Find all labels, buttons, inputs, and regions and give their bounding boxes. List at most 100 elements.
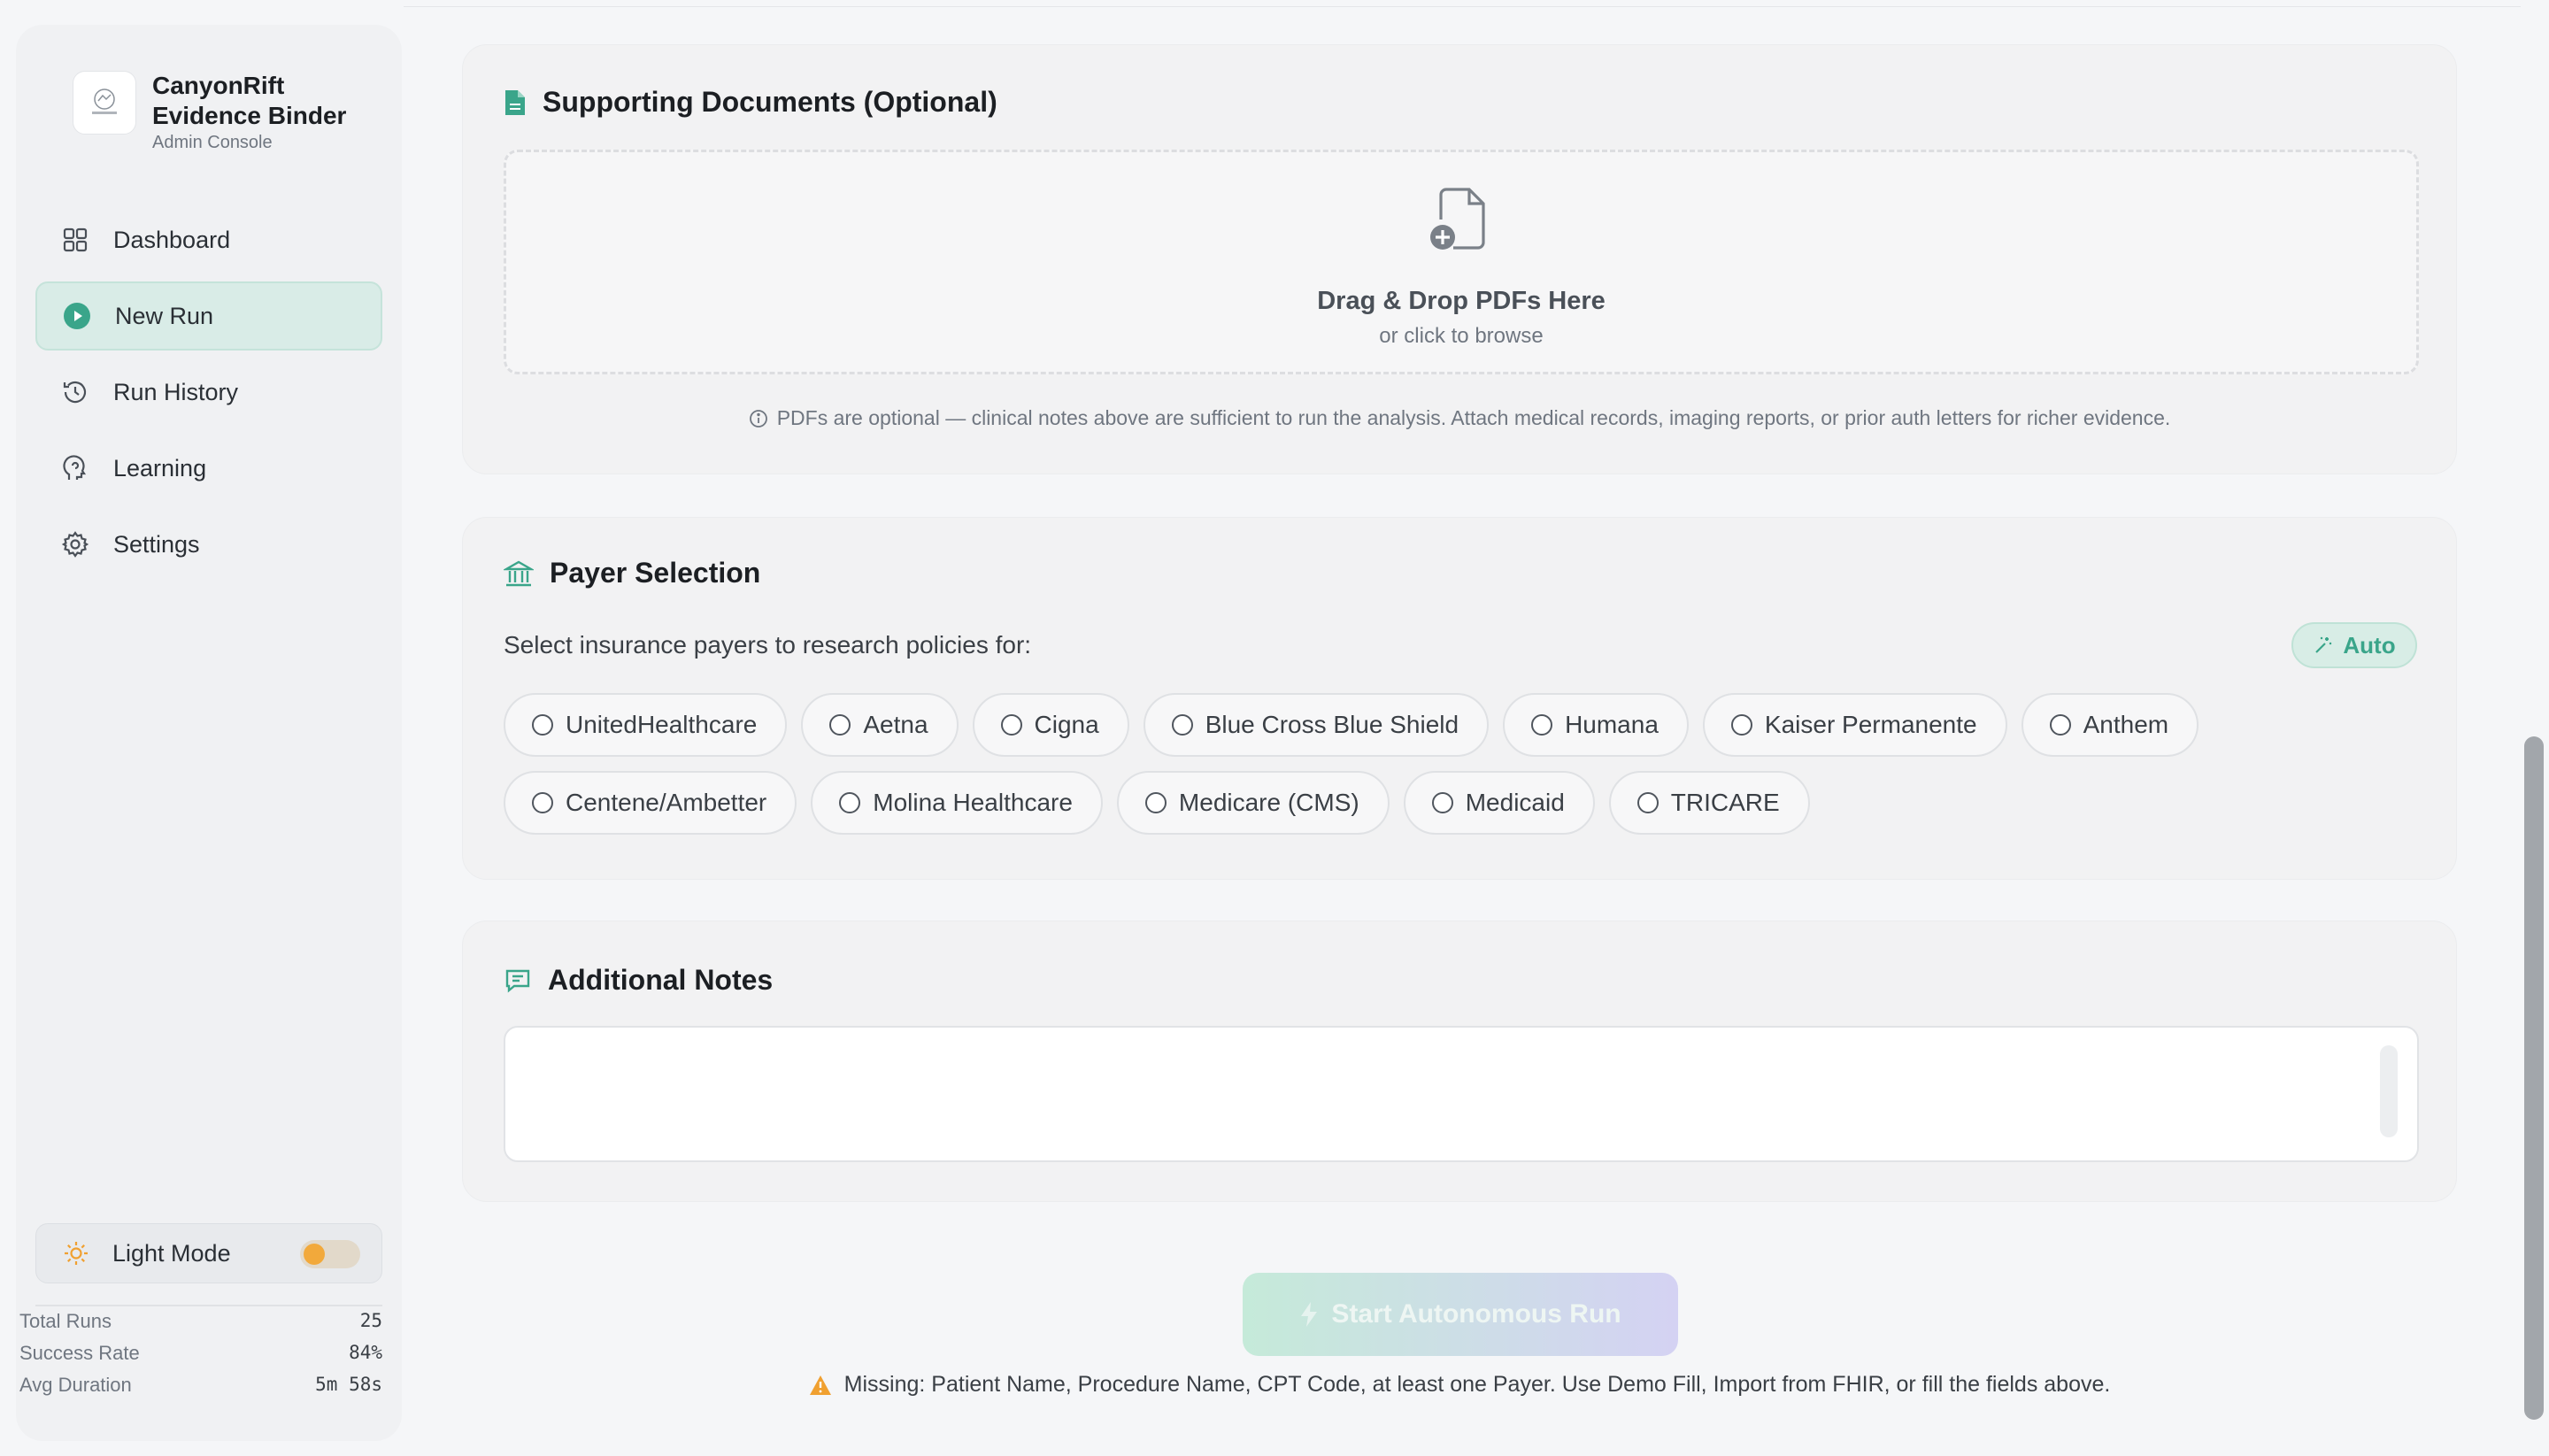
payer-chip[interactable]: Centene/Ambetter xyxy=(504,771,797,835)
start-autonomous-run-button[interactable]: Start Autonomous Run xyxy=(1243,1273,1678,1356)
auto-select-button[interactable]: Auto xyxy=(2291,622,2417,668)
dropzone-title: Drag & Drop PDFs Here xyxy=(1317,287,1606,315)
toggle-knob xyxy=(304,1244,325,1265)
section-title: Supporting Documents (Optional) xyxy=(543,86,997,118)
info-icon xyxy=(749,409,768,428)
payer-label: Cigna xyxy=(1034,711,1099,738)
stat-avg-duration: Avg Duration 5m 58s xyxy=(19,1374,382,1406)
radio-button[interactable] xyxy=(2049,714,2071,736)
warning-icon xyxy=(809,1375,832,1396)
payer-chip[interactable]: Anthem xyxy=(2021,693,2199,757)
stat-label: Total Runs xyxy=(19,1310,112,1332)
payer-chip[interactable]: Kaiser Permanente xyxy=(1702,693,2007,757)
top-border xyxy=(404,0,2528,7)
stat-value: 5m 58s xyxy=(315,1374,382,1395)
history-icon xyxy=(60,377,90,407)
sidebar-item-label: Settings xyxy=(113,530,200,558)
section-header: Supporting Documents (Optional) xyxy=(504,86,997,119)
light-mode-row[interactable]: Light Mode xyxy=(35,1223,382,1283)
payer-label: Medicare (CMS) xyxy=(1178,789,1359,816)
stat-value: 25 xyxy=(359,1310,382,1331)
stat-value: 84% xyxy=(349,1342,382,1363)
document-icon xyxy=(504,89,527,117)
radio-button[interactable] xyxy=(532,792,553,813)
payer-chip[interactable]: UnitedHealthcare xyxy=(504,693,788,757)
radio-button[interactable] xyxy=(1730,714,1752,736)
sidebar-item-label: Learning xyxy=(113,454,207,481)
radio-button[interactable] xyxy=(839,792,861,813)
payer-label: Aetna xyxy=(863,711,928,738)
stat-label: Avg Duration xyxy=(19,1374,132,1396)
radio-button[interactable] xyxy=(1431,792,1453,813)
radio-button[interactable] xyxy=(1171,714,1193,736)
section-header: Payer Selection xyxy=(504,557,760,589)
sidebar-item-new-run[interactable]: New Run xyxy=(35,281,382,351)
run-stats: Total Runs 25 Success Rate 84% Avg Durat… xyxy=(19,1310,382,1406)
app-name-line1: CanyonRift xyxy=(152,72,285,99)
additional-notes-textarea[interactable] xyxy=(504,1026,2419,1162)
divider xyxy=(35,1305,382,1306)
radio-button[interactable] xyxy=(1000,714,1022,736)
payer-chip-row-2: Centene/Ambetter Molina Healthcare Medicar… xyxy=(504,771,1824,835)
payer-chip[interactable]: Blue Cross Blue Shield xyxy=(1143,693,1490,757)
notes-scrollbar[interactable] xyxy=(2380,1045,2398,1137)
chat-icon xyxy=(504,967,532,995)
start-button-label: Start Autonomous Run xyxy=(1331,1299,1621,1329)
sidebar-item-label: Run History xyxy=(113,378,239,405)
payer-label: Anthem xyxy=(2083,711,2169,738)
payer-chip[interactable]: Molina Healthcare xyxy=(811,771,1103,835)
sun-icon xyxy=(63,1240,89,1267)
payer-label: Blue Cross Blue Shield xyxy=(1205,711,1459,738)
brain-head-icon xyxy=(60,453,90,483)
stat-total-runs: Total Runs 25 xyxy=(19,1310,382,1342)
auto-label: Auto xyxy=(2343,631,2396,659)
brand[interactable]: CanyonRift Evidence Binder Admin Console xyxy=(73,71,346,153)
additional-notes-card: Additional Notes xyxy=(462,921,2457,1202)
payer-chip[interactable]: TRICARE xyxy=(1608,771,1810,835)
sidebar-item-dashboard[interactable]: Dashboard xyxy=(35,205,382,274)
pdf-dropzone[interactable]: Drag & Drop PDFs Here or click to browse xyxy=(504,150,2419,374)
payer-chip[interactable]: Medicaid xyxy=(1403,771,1595,835)
theme-toggle[interactable] xyxy=(300,1240,360,1268)
payer-label: Kaiser Permanente xyxy=(1764,711,1977,738)
sidebar-item-settings[interactable]: Settings xyxy=(35,510,382,579)
payer-selection-card: Payer Selection Select insurance payers … xyxy=(462,517,2457,880)
payer-label: Centene/Ambetter xyxy=(566,789,767,816)
pdf-info-note: PDFs are optional — clinical notes above… xyxy=(463,406,2456,430)
payer-chip[interactable]: Cigna xyxy=(972,693,1129,757)
supporting-documents-card: Supporting Documents (Optional) Drag & D… xyxy=(462,44,2457,474)
stat-label: Success Rate xyxy=(19,1342,140,1364)
sidebar-item-run-history[interactable]: Run History xyxy=(35,358,382,427)
gear-icon xyxy=(60,529,90,559)
payer-chip[interactable]: Humana xyxy=(1503,693,1689,757)
radio-button[interactable] xyxy=(1636,792,1659,813)
grid-icon xyxy=(60,225,90,255)
payer-chip-row-1: UnitedHealthcare Aetna Cigna Blue Cross Blu… xyxy=(504,693,2213,757)
payer-prompt: Select insurance payers to research poli… xyxy=(504,631,1032,659)
radio-button[interactable] xyxy=(1531,714,1553,736)
dropzone-browse-link[interactable]: or click to browse xyxy=(506,324,2416,349)
sidebar-nav: Dashboard New Run Run History Learning S… xyxy=(35,205,382,586)
stat-success-rate: Success Rate 84% xyxy=(19,1342,382,1374)
sidebar-item-label: Dashboard xyxy=(113,226,231,253)
radio-button[interactable] xyxy=(532,714,553,736)
payer-chip[interactable]: Aetna xyxy=(801,693,959,757)
radio-button[interactable] xyxy=(829,714,851,736)
payer-chip[interactable]: Medicare (CMS) xyxy=(1116,771,1390,835)
payer-label: Medicaid xyxy=(1465,789,1565,816)
sidebar-item-learning[interactable]: Learning xyxy=(35,434,382,503)
radio-button[interactable] xyxy=(1144,792,1167,813)
magic-wand-icon xyxy=(2313,635,2334,656)
payer-label: Molina Healthcare xyxy=(873,789,1073,816)
bank-icon xyxy=(504,559,534,589)
section-header: Additional Notes xyxy=(504,964,773,997)
sidebar-item-label: New Run xyxy=(115,302,214,329)
app-subtitle: Admin Console xyxy=(152,133,273,152)
payer-label: UnitedHealthcare xyxy=(566,711,758,738)
sidebar: CanyonRift Evidence Binder Admin Console… xyxy=(16,25,402,1441)
app-logo xyxy=(73,71,136,135)
payer-label: TRICARE xyxy=(1670,789,1780,816)
app-name-line2: Evidence Binder xyxy=(152,102,347,129)
page-scrollbar-thumb[interactable] xyxy=(2524,736,2544,1420)
missing-fields-text: Missing: Patient Name, Procedure Name, C… xyxy=(843,1372,2111,1397)
